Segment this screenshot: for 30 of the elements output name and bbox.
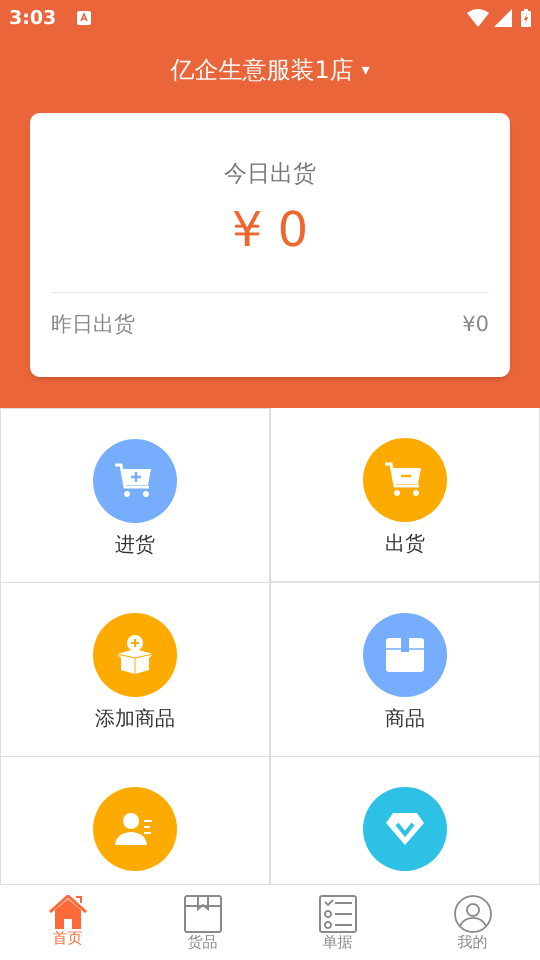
nav-tab[interactable]: 单据 [270,885,405,960]
yesterday-label: 昨日出货 [51,311,135,338]
box-plus-icon [115,634,155,676]
user-icon [454,895,492,933]
menu-tile[interactable]: 商品 [270,582,540,757]
tile-label: 添加商品 [95,705,175,732]
nav-tab[interactable]: 我的 [405,885,540,960]
tile-label: 商品 [385,705,425,732]
signal-icon [494,9,512,27]
menu-tile[interactable]: 出货 [270,408,540,582]
status-time: 3:03 [9,6,56,31]
wifi-icon [467,9,489,27]
today-title: 今日出货 [223,160,317,189]
menu-tile[interactable]: 添加商品 [0,582,270,757]
checklist-icon [318,895,356,933]
yesterday-value: ¥0 [462,311,489,338]
store-name: 亿企生意服装1店 [170,55,354,86]
tile-label: 出货 [385,530,425,557]
tile-label: 进货 [115,531,155,558]
menu-tile[interactable]: 进货 [0,408,270,583]
battery-icon [521,9,531,27]
nav-tab[interactable]: 首页 [0,885,135,960]
home-icon [48,895,86,929]
diamond-icon [385,812,425,846]
dropdown-caret[interactable]: ▾ [362,58,370,82]
today-amount: ¥ 0 [230,206,310,254]
nav-tab[interactable]: 货品 [135,885,270,960]
notification-icon [77,11,92,25]
package-icon [184,895,222,933]
box-icon [385,637,425,673]
